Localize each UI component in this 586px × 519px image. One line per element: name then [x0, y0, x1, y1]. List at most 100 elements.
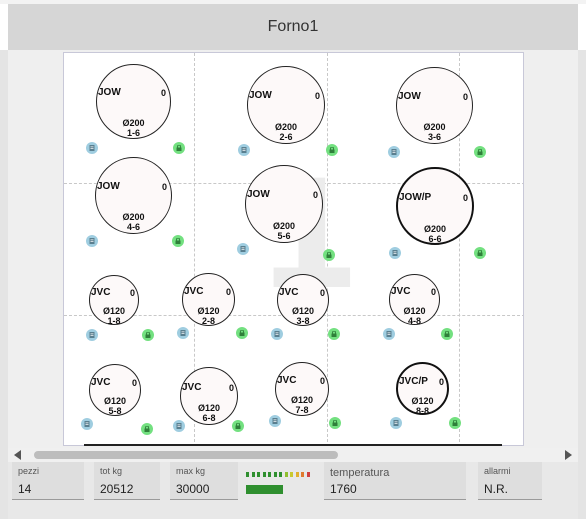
rack-count: 0 — [131, 378, 137, 388]
rack-diameter: Ø200 — [122, 118, 145, 128]
rack-3-6[interactable]: JOW 0 Ø200 3-6 — [396, 67, 473, 144]
rack-count: 0 — [314, 91, 320, 101]
load-gauge-bar — [246, 485, 283, 494]
lock-icon[interactable] — [236, 327, 248, 339]
allarmi-value: N.R. — [484, 482, 508, 496]
rack-position: 7-8 — [295, 405, 309, 415]
rack-6-6[interactable]: JOW/P 0 Ø200 6-6 — [396, 167, 474, 245]
gauge-tick — [284, 472, 288, 477]
rack-5-6[interactable]: JOW 0 Ø200 5-6 — [245, 165, 323, 243]
rack-2-8[interactable]: JVC 0 Ø120 2-8 — [182, 273, 235, 326]
max-kg-field: max kg 30000 — [170, 462, 238, 500]
lock-icon[interactable] — [474, 146, 486, 158]
rack-count: 0 — [462, 193, 468, 203]
document-icon[interactable] — [177, 327, 189, 339]
rack-1-6[interactable]: JOW 0 Ø200 1-6 — [96, 64, 171, 139]
rack-4-6[interactable]: JOW 0 Ø200 4-6 — [95, 157, 172, 234]
pezzi-label: pezzi — [18, 466, 40, 476]
lock-icon[interactable] — [474, 247, 486, 259]
rack-diameter: Ø120 — [411, 396, 434, 406]
gauge-tick — [273, 472, 277, 477]
rack-position: 6-6 — [428, 234, 442, 244]
rack-position: 1-6 — [126, 128, 140, 138]
lock-icon[interactable] — [329, 417, 341, 429]
scrollbar-thumb[interactable] — [34, 451, 338, 459]
lock-icon[interactable] — [323, 249, 335, 261]
rack-count: 0 — [319, 376, 325, 386]
document-icon[interactable] — [269, 415, 281, 427]
rack-position: 5-8 — [108, 406, 122, 416]
gauge-tick — [257, 472, 260, 477]
document-icon[interactable] — [383, 328, 395, 340]
rack-1-8[interactable]: JVC 0 Ø120 1-8 — [89, 275, 139, 326]
lock-icon[interactable] — [326, 144, 338, 156]
lock-icon[interactable] — [328, 328, 340, 340]
rack-count: 0 — [160, 88, 166, 98]
rack-name: JOW/P — [399, 192, 432, 203]
rack-count: 0 — [438, 377, 444, 387]
rack-diameter: Ø120 — [197, 306, 220, 316]
lock-icon[interactable] — [441, 328, 453, 340]
document-icon[interactable] — [86, 329, 98, 341]
rack-name: JVC — [277, 375, 297, 386]
lock-icon[interactable] — [141, 423, 153, 435]
rack-2-6[interactable]: JOW 0 Ø200 2-6 — [247, 66, 325, 144]
rack-name: JVC — [91, 377, 111, 388]
rack-7-8[interactable]: JVC 0 Ø120 7-8 — [275, 362, 329, 416]
lock-icon[interactable] — [173, 142, 185, 154]
rack-name: JVC — [279, 287, 299, 298]
rack-name: JVC — [391, 286, 411, 297]
scroll-left-arrow-icon[interactable] — [14, 450, 21, 460]
rack-diameter: Ø200 — [122, 212, 145, 222]
document-icon[interactable] — [390, 417, 402, 429]
rack-name: JOW — [249, 90, 272, 101]
rack-diameter: Ø200 — [272, 221, 296, 231]
lock-icon[interactable] — [142, 329, 154, 341]
document-icon[interactable] — [238, 144, 250, 156]
rack-diameter: Ø200 — [274, 122, 298, 132]
lock-icon[interactable] — [449, 417, 461, 429]
document-icon[interactable] — [389, 247, 401, 259]
gauge-tick — [262, 472, 266, 477]
right-border — [578, 50, 586, 519]
document-icon[interactable] — [271, 328, 283, 340]
gauge-tick — [246, 472, 249, 477]
gauge-tick — [251, 472, 255, 477]
rack-5-8[interactable]: JVC 0 Ø120 5-8 — [89, 364, 141, 416]
temperatura-label: temperatura — [330, 467, 390, 479]
document-icon[interactable] — [237, 243, 249, 255]
rack-4-8[interactable]: JVC 0 Ø120 4-8 — [389, 274, 440, 326]
allarmi-field: allarmi N.R. — [478, 462, 542, 500]
lock-icon[interactable] — [172, 235, 184, 247]
rack-8-8[interactable]: JVC/P 0 Ø120 8-8 — [396, 362, 449, 416]
tot-kg-field: tot kg 20512 — [94, 462, 160, 500]
rack-count: 0 — [312, 190, 318, 200]
rack-diameter: Ø120 — [403, 306, 426, 316]
gauge-tick — [279, 472, 282, 477]
window-title: Forno1 — [267, 18, 319, 35]
rack-diameter: Ø120 — [102, 306, 126, 316]
allarmi-label: allarmi — [484, 466, 511, 476]
rack-position: 8-8 — [415, 406, 429, 416]
left-border — [0, 50, 8, 519]
temperatura-value: 1760 — [330, 482, 357, 496]
document-icon[interactable] — [86, 142, 98, 154]
rack-diameter: Ø120 — [291, 306, 315, 316]
rack-3-8[interactable]: JVC 0 Ø120 3-8 — [277, 274, 329, 326]
rack-position: 4-8 — [407, 316, 421, 326]
rack-position: 2-8 — [201, 316, 215, 326]
document-icon[interactable] — [388, 146, 400, 158]
horizontal-scrollbar[interactable] — [8, 448, 578, 462]
rack-position: 3-8 — [296, 316, 310, 326]
document-icon[interactable] — [173, 420, 185, 432]
rack-position: 3-6 — [427, 132, 441, 142]
rack-count: 0 — [228, 383, 234, 393]
document-icon[interactable] — [86, 235, 98, 247]
document-icon[interactable] — [81, 418, 93, 430]
furnace-layout[interactable]: 1 JOW 0 Ø200 1-6 JOW 0 Ø200 2-6 JOW 0 Ø200 3-6 JOW 0 Ø… — [63, 52, 524, 446]
lock-icon[interactable] — [232, 420, 244, 432]
rack-6-8[interactable]: JVC 0 Ø120 6-8 — [180, 367, 238, 425]
max-kg-label: max kg — [176, 466, 206, 476]
rack-position: 2-6 — [279, 132, 293, 142]
scroll-right-arrow-icon[interactable] — [565, 450, 572, 460]
